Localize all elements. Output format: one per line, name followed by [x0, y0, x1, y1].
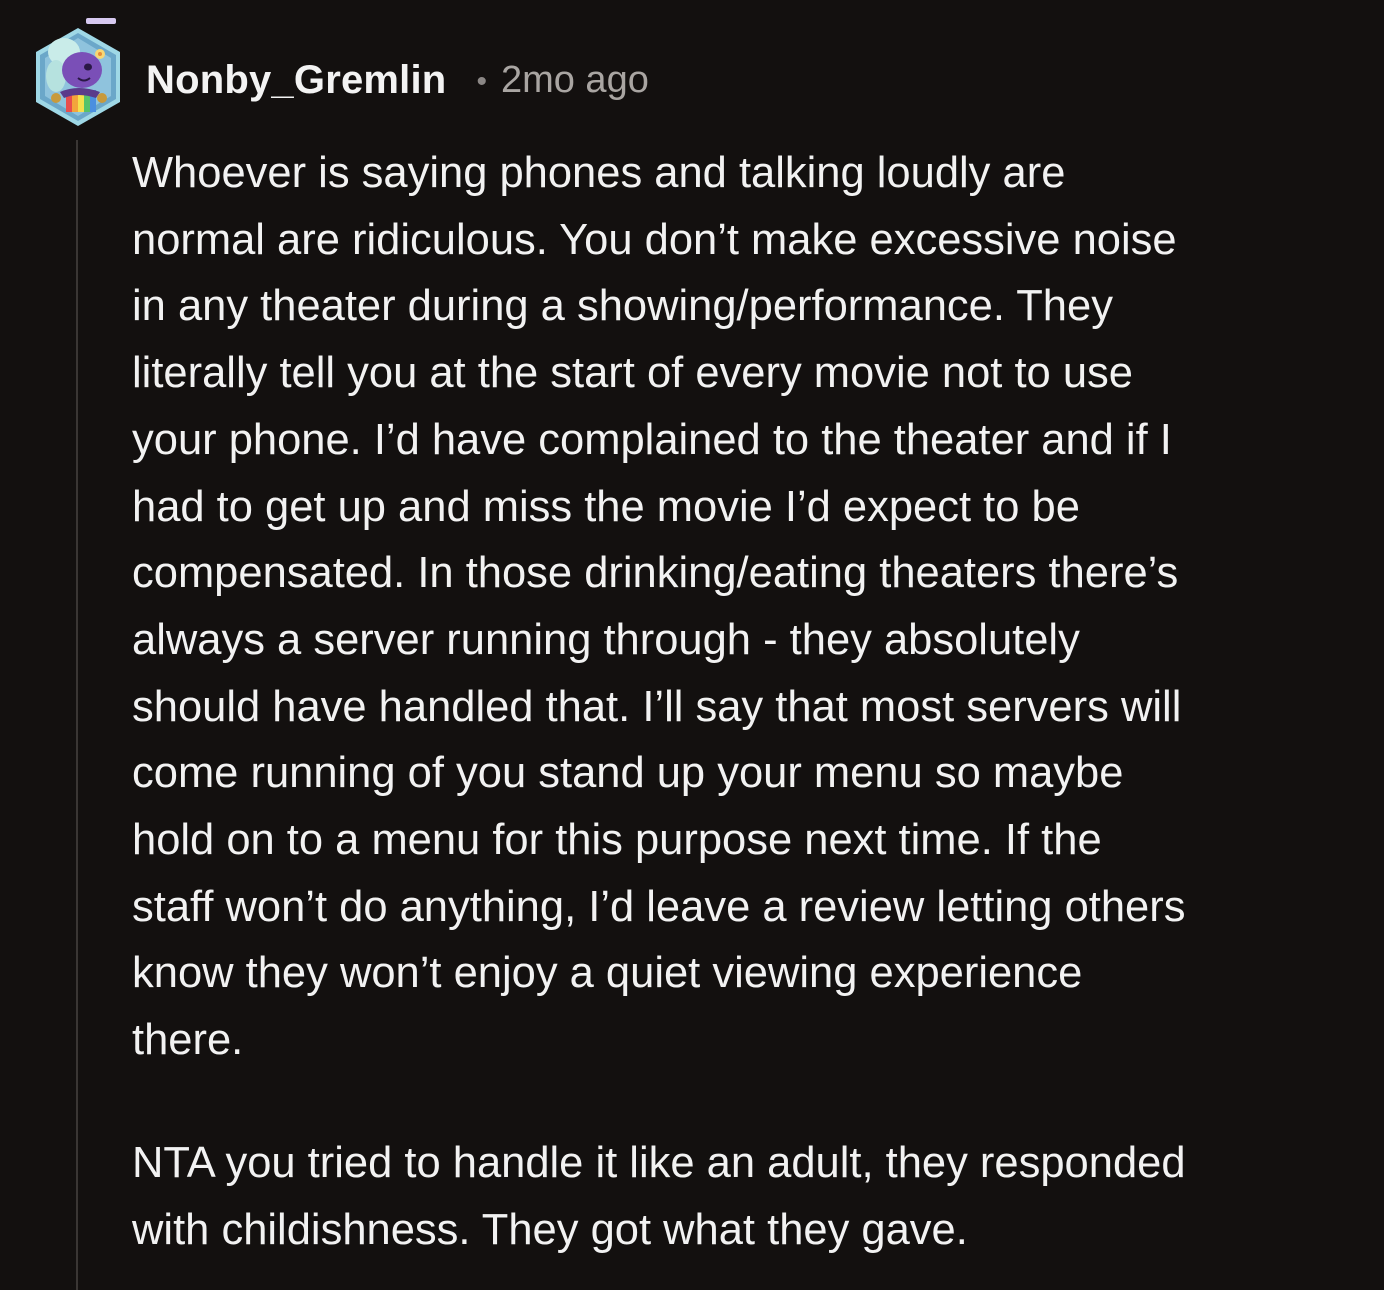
comment-timestamp[interactable]: 2mo ago: [501, 59, 649, 102]
separator-dot: •: [476, 65, 487, 98]
comment-paragraph-2: NTA you tried to handle it like an adult…: [132, 1138, 1186, 1254]
avatar[interactable]: [30, 18, 126, 130]
comment-paragraph-1: Whoever is saying phones and talking lou…: [132, 149, 1186, 1065]
comment-body: Whoever is saying phones and talking lou…: [132, 140, 1368, 1263]
comment: Nonby_Gremlin • 2mo ago Whoever is sayin…: [0, 0, 1384, 1290]
snoo-avatar-icon: [36, 18, 120, 126]
author-username[interactable]: Nonby_Gremlin: [146, 58, 446, 103]
thread-line[interactable]: [76, 140, 78, 1290]
comment-header: Nonby_Gremlin • 2mo ago: [146, 52, 649, 108]
